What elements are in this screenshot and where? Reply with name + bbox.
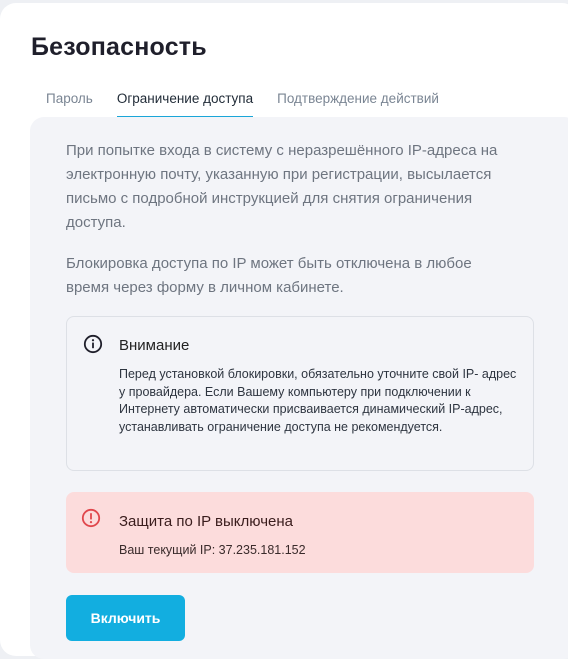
blocking-info-paragraph: Блокировка доступа по IP может быть откл… [66,255,472,296]
alert-circle-icon [81,508,101,528]
current-ip-text: Ваш текущий IP: 37.235.181.152 [119,543,306,557]
tab-access-restriction[interactable]: Ограничение доступа [116,91,254,118]
description-paragraph: При попытке входа в систему с неразрешён… [66,142,498,231]
warning-notice: Внимание Перед установкой блокировки, об… [66,316,534,471]
ip-protection-alert: Защита по IP выключена Ваш текущий IP: 3… [66,492,534,573]
tab-action-confirmation[interactable]: Подтверждение действий [277,91,439,116]
info-icon [83,334,103,354]
tab-password[interactable]: Пароль [46,91,93,116]
access-restriction-panel: При попытке входа в систему с неразрешён… [30,117,568,659]
notice-text: Перед установкой блокировки, обязательно… [119,367,517,434]
enable-button[interactable]: Включить [66,595,185,641]
tab-bar: Пароль Ограничение доступа Подтверждение… [46,91,463,118]
notice-title: Внимание [119,337,190,354]
alert-title: Защита по IP выключена [119,513,293,530]
page-title: Безопасность [31,33,207,61]
security-card: Безопасность Пароль Ограничение доступа … [0,3,568,659]
